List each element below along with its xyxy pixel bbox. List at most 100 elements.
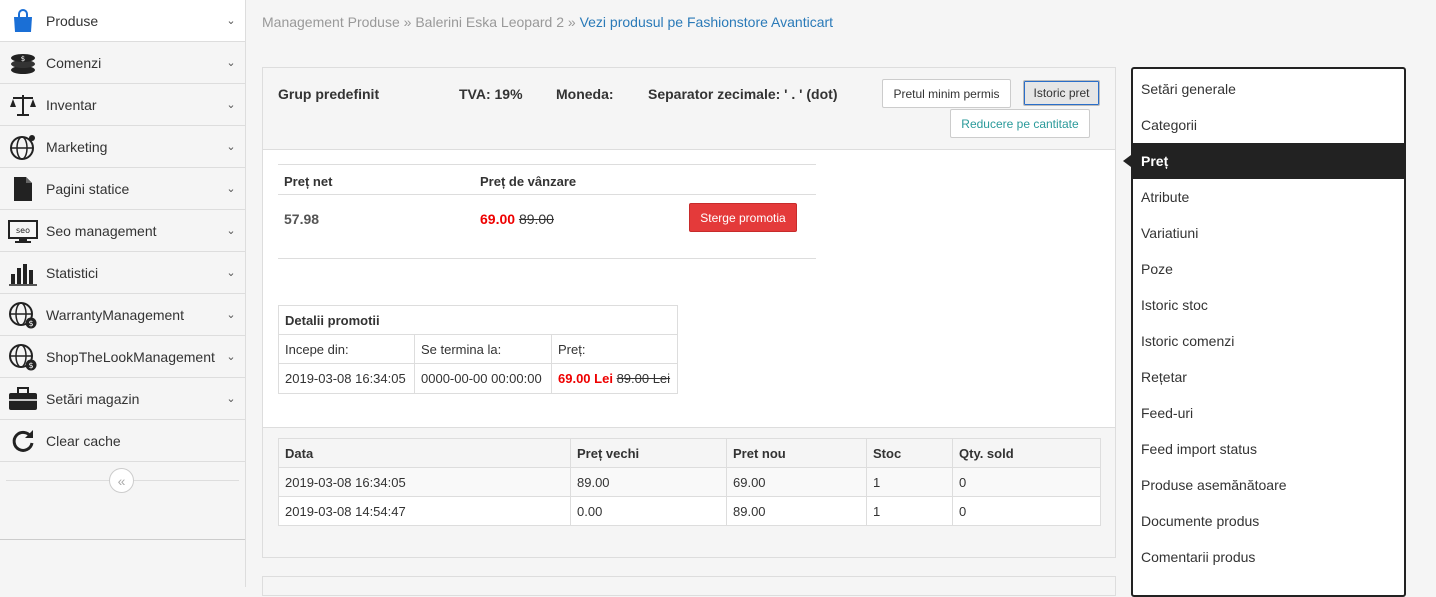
cell-date: 2019-03-08 14:54:47 <box>278 496 571 526</box>
vat-rate: TVA: 19% <box>459 86 523 102</box>
cell-new-price: 89.00 <box>726 496 867 526</box>
svg-text:$: $ <box>21 55 25 63</box>
nav-item-order-history[interactable]: Istoric comenzi <box>1133 323 1404 359</box>
chevron-down-icon: ⌄ <box>226 309 236 321</box>
sidebar-item-seo-management[interactable]: seo Seo management ⌄ <box>0 210 245 252</box>
globe-dollar-icon: $ <box>0 294 46 336</box>
col-date: Data <box>278 438 571 468</box>
sidebar-collapse-zone: « <box>0 462 245 540</box>
sidebar-item-label: WarrantyManagement <box>46 306 184 323</box>
col-end: Se termina la: <box>414 334 552 364</box>
bar-chart-icon <box>0 252 46 294</box>
sidebar-item-label: Produse <box>46 12 99 29</box>
nav-item-product-documents[interactable]: Documente produs <box>1133 503 1404 539</box>
sidebar-item-clear-cache[interactable]: Clear cache <box>0 420 245 462</box>
sidebar-item-label: Inventar <box>46 96 97 113</box>
nav-item-feeds[interactable]: Feed-uri <box>1133 395 1404 431</box>
price-table-row: 57.98 69.00 89.00 Sterge promotia <box>278 195 816 259</box>
sidebar-item-produse[interactable]: Produse ⌄ <box>0 0 245 42</box>
sidebar-item-label: Comenzi <box>46 54 102 71</box>
promotion-price-new: 69.00 Lei <box>558 371 613 386</box>
refresh-icon <box>0 420 46 462</box>
nav-item-product-comments[interactable]: Comentarii produs <box>1133 539 1404 575</box>
price-details-area: Preț net Preț de vânzare 57.98 69.00 89.… <box>263 150 1115 428</box>
sale-price: 69.00 89.00 <box>480 211 554 227</box>
currency-label: Moneda: <box>556 86 614 102</box>
product-section-nav: Setări generale Categorii Preț Atribute … <box>1123 67 1406 597</box>
nav-item-general-settings[interactable]: Setări generale <box>1133 71 1404 107</box>
cell-stock: 1 <box>866 467 953 497</box>
coins-icon: $ <box>0 42 46 84</box>
min-price-button[interactable]: Pretul minim permis <box>882 79 1011 108</box>
cell-stock: 1 <box>866 496 953 526</box>
chevron-down-icon: ⌄ <box>226 225 236 237</box>
cell-old-price: 89.00 <box>570 467 727 497</box>
col-price: Preț: <box>551 334 678 364</box>
collapse-sidebar-button[interactable]: « <box>109 468 134 493</box>
sidebar-item-statistici[interactable]: Statistici ⌄ <box>0 252 245 294</box>
price-history-table: Data Preț vechi Pret nou Stoc Qty. sold … <box>278 438 1101 526</box>
sidebar-item-shop-the-look-management[interactable]: $ ShopTheLookManagement ⌄ <box>0 336 245 378</box>
scales-icon <box>0 84 46 126</box>
svg-text:seo: seo <box>16 226 30 235</box>
promotion-start: 2019-03-08 16:34:05 <box>278 363 415 394</box>
breadcrumb-separator: » <box>564 14 580 30</box>
col-qty-sold: Qty. sold <box>952 438 1101 468</box>
sidebar-item-label: Setări magazin <box>46 390 140 407</box>
nav-item-similar-products[interactable]: Produse asemănătoare <box>1133 467 1404 503</box>
col-net-price: Preț net <box>284 174 333 189</box>
breadcrumb: Management Produse » Balerini Eska Leopa… <box>262 14 833 30</box>
price-history-button[interactable]: Istoric pret <box>1023 80 1100 106</box>
double-chevron-left-icon: « <box>117 472 126 489</box>
nav-item-photos[interactable]: Poze <box>1133 251 1404 287</box>
price-panel: Grup predefinit TVA: 19% Moneda: Separat… <box>262 67 1116 558</box>
sidebar-item-marketing[interactable]: Marketing ⌄ <box>0 126 245 168</box>
shopping-bag-icon <box>0 0 46 42</box>
sale-price-new: 69.00 <box>480 211 516 227</box>
nav-item-recipe[interactable]: Rețetar <box>1133 359 1404 395</box>
price-table-header: Preț net Preț de vânzare <box>278 165 816 195</box>
nav-item-categories[interactable]: Categorii <box>1133 107 1404 143</box>
cell-qty-sold: 0 <box>952 496 1101 526</box>
nav-item-feed-import-status[interactable]: Feed import status <box>1133 431 1404 467</box>
cell-old-price: 0.00 <box>570 496 727 526</box>
table-row: 2019-03-08 14:54:47 0.00 89.00 1 0 <box>278 496 1101 526</box>
sidebar-item-comenzi[interactable]: $ Comenzi ⌄ <box>0 42 245 84</box>
nav-item-variations[interactable]: Variatiuni <box>1133 215 1404 251</box>
breadcrumb-item[interactable]: Management Produse <box>262 14 400 30</box>
svg-text:$: $ <box>28 361 33 370</box>
delete-promotion-button[interactable]: Sterge promotia <box>689 203 797 232</box>
promotion-details-title: Detalii promotii <box>278 305 678 335</box>
promotion-price: 69.00 Lei 89.00 Lei <box>551 363 678 394</box>
view-product-link[interactable]: Vezi produsul pe Fashionstore Avanticart <box>580 14 833 30</box>
chevron-down-icon: ⌄ <box>226 57 236 69</box>
col-stock: Stoc <box>866 438 953 468</box>
cell-date: 2019-03-08 16:34:05 <box>278 467 571 497</box>
secondary-panel <box>262 576 1116 596</box>
document-icon <box>0 168 46 210</box>
promotion-end: 0000-00-00 00:00:00 <box>414 363 552 394</box>
sidebar-item-pagini-statice[interactable]: Pagini statice ⌄ <box>0 168 245 210</box>
sidebar-item-label: ShopTheLookManagement <box>46 348 215 365</box>
nav-item-attributes[interactable]: Atribute <box>1133 179 1404 215</box>
sidebar-item-setari-magazin[interactable]: Setări magazin ⌄ <box>0 378 245 420</box>
sidebar-item-label: Pagini statice <box>46 180 130 197</box>
quantity-discount-button[interactable]: Reducere pe cantitate <box>950 109 1090 138</box>
sidebar-item-warranty-management[interactable]: $ WarrantyManagement ⌄ <box>0 294 245 336</box>
nav-item-stock-history[interactable]: Istoric stoc <box>1133 287 1404 323</box>
sidebar-item-label: Marketing <box>46 138 108 155</box>
chevron-down-icon: ⌄ <box>226 267 236 279</box>
decimal-separator: Separator zecimale: ' . ' (dot) <box>648 86 838 102</box>
sidebar-item-inventar[interactable]: Inventar ⌄ <box>0 84 245 126</box>
globe-dollar-icon: $ <box>0 336 46 378</box>
chevron-down-icon: ⌄ <box>226 351 236 363</box>
price-group: Grup predefinit <box>278 86 380 102</box>
svg-text:$: $ <box>28 319 33 328</box>
promotion-details-table: Detalii promotii Incepe din: Se termina … <box>278 305 678 394</box>
chevron-down-icon: ⌄ <box>226 183 236 195</box>
sidebar-item-label: Statistici <box>46 264 99 281</box>
nav-item-price[interactable]: Preț <box>1123 143 1406 179</box>
col-old-price: Preț vechi <box>570 438 727 468</box>
cell-new-price: 69.00 <box>726 467 867 497</box>
seo-monitor-icon: seo <box>0 210 46 252</box>
